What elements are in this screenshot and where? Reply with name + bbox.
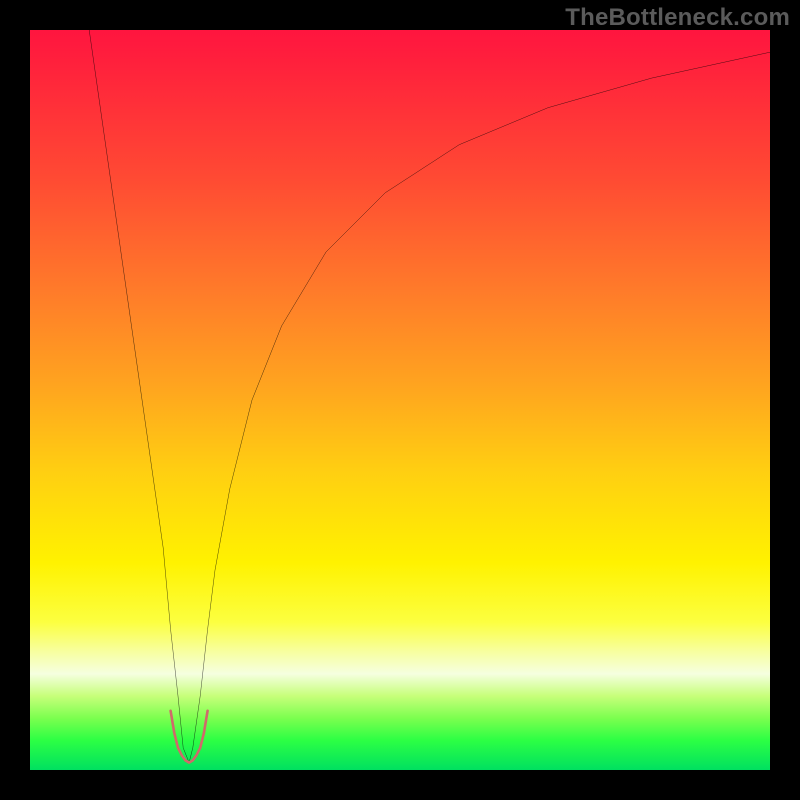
marker-layer	[30, 30, 770, 770]
watermark-text: TheBottleneck.com	[565, 4, 790, 32]
chart-frame: TheBottleneck.com	[0, 0, 800, 800]
plot-area	[30, 30, 770, 770]
u-marker	[171, 711, 208, 763]
